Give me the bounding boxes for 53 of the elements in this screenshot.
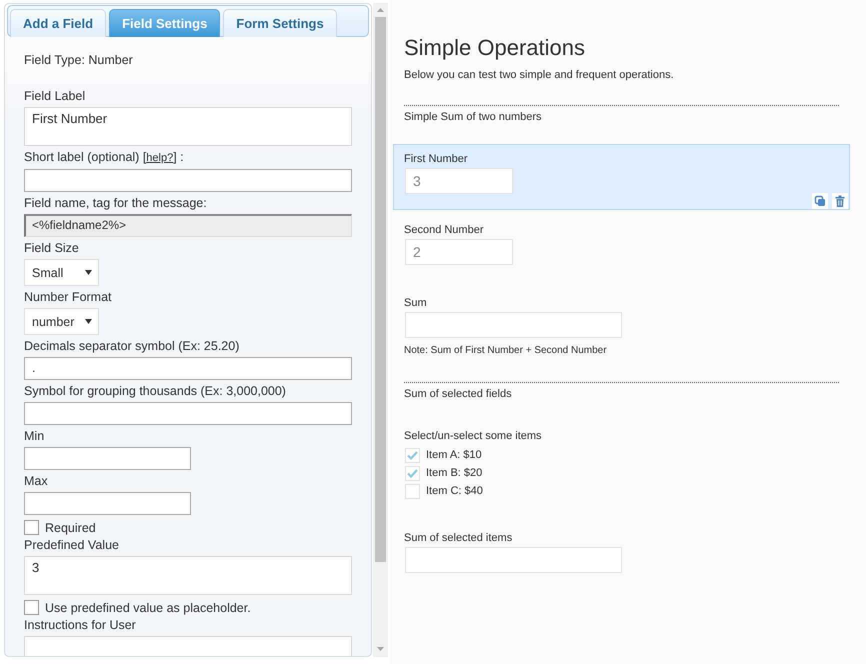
dropdown[interactable]: number	[24, 308, 99, 335]
copy-icon[interactable]	[812, 193, 828, 209]
help-link[interactable]: help?	[146, 152, 174, 164]
checkbox-label: Item C: $40	[426, 484, 483, 498]
field-label: Field Size	[24, 241, 80, 256]
arrow-up-icon[interactable]	[377, 8, 384, 12]
checkbox[interactable]	[24, 600, 39, 615]
checkbox-label: Required	[45, 520, 96, 536]
input-field[interactable]	[24, 492, 191, 515]
field-label: Short label (optional) [help?] :	[24, 150, 185, 166]
field-label: Number Format	[24, 290, 113, 305]
field-label: Select/un-select some items	[404, 429, 543, 443]
form-title: Simple Operations	[404, 35, 586, 61]
input-field[interactable]: 2	[405, 239, 513, 265]
field-label: Min	[24, 429, 46, 444]
trash-icon[interactable]	[832, 193, 848, 209]
field-label: Predefined Value	[24, 538, 120, 553]
textarea-field[interactable]: 3	[24, 556, 352, 595]
checkmark-icon	[407, 450, 418, 460]
field-label: Field name, tag for the message:	[24, 196, 208, 211]
field-label: Sum of selected items	[404, 531, 514, 545]
scrollbar-thumb[interactable]	[375, 17, 386, 562]
caret-down-icon	[85, 319, 92, 324]
field-label: Sum	[404, 296, 428, 310]
tab[interactable]: Form Settings	[223, 9, 337, 37]
section-title: Sum of selected fields	[404, 387, 513, 401]
dropdown[interactable]: Small	[24, 259, 99, 286]
tab[interactable]: Add a Field	[10, 9, 106, 37]
checkbox-label: Use predefined value as placeholder.	[45, 600, 251, 616]
section-title: Simple Sum of two numbers	[404, 110, 543, 124]
field-note: Note: Sum of First Number + Second Number	[404, 344, 608, 357]
checkbox-label: Item B: $20	[426, 466, 482, 480]
field-label: Symbol for grouping thousands (Ex: 3,000,000)	[24, 384, 287, 399]
field-type-text: Field Type: Number	[24, 52, 134, 68]
field-label: Second Number	[404, 223, 484, 237]
input-field[interactable]: .	[24, 357, 352, 380]
field-label: First Number	[404, 152, 469, 166]
field-label: Field Label	[24, 89, 86, 104]
form-description: Below you can test two simple and frequent operations.	[404, 68, 675, 82]
input-field[interactable]: 3	[405, 168, 513, 194]
checkbox[interactable]	[24, 520, 39, 535]
readonly-field: <%fieldname2%>	[24, 214, 352, 237]
input-field[interactable]	[24, 402, 352, 425]
arrow-down-icon[interactable]	[377, 647, 384, 651]
textarea-field[interactable]: First Number	[24, 107, 352, 146]
field-label: Instructions for User	[24, 618, 137, 633]
checkbox-label: Item A: $10	[426, 448, 482, 462]
field-label: Max	[24, 474, 49, 489]
checkmark-icon	[407, 468, 418, 478]
input-field[interactable]	[24, 447, 191, 470]
caret-down-icon	[85, 270, 92, 275]
field-label: Decimals separator symbol (Ex: 25.20)	[24, 339, 240, 354]
input-field[interactable]	[24, 169, 352, 192]
